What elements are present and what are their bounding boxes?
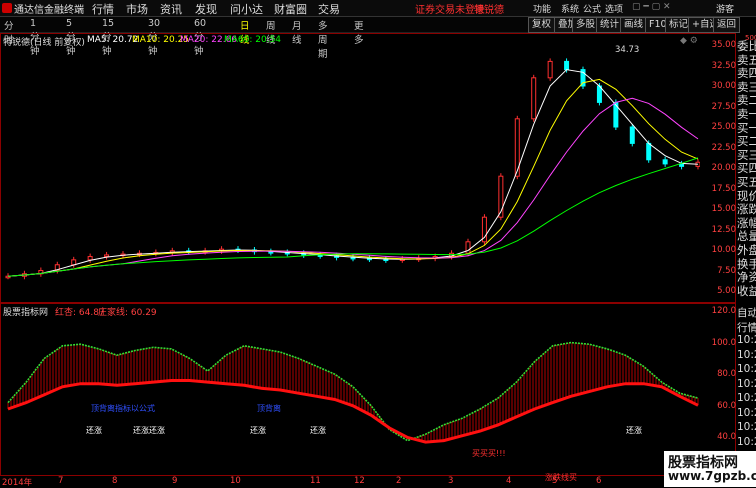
candle xyxy=(629,124,635,147)
price-tick: 7.50 xyxy=(717,265,736,276)
candle xyxy=(547,58,553,81)
app-logo-icon xyxy=(2,3,12,13)
mini-axis-label: 500 xyxy=(745,34,756,42)
annot-white-1: 还涨 xyxy=(86,426,102,435)
price-tick: 25.00 xyxy=(711,122,736,132)
menu-item-discover[interactable]: 发现 xyxy=(195,1,217,17)
indicator-tick: 60.0 xyxy=(717,400,736,411)
tick-row: 10:26 xyxy=(737,377,756,390)
candle xyxy=(87,253,93,263)
annot-white-3: 还涨 xyxy=(250,426,266,435)
date-tick: 7 xyxy=(58,476,64,486)
toolbar-stats-button[interactable]: 统计 xyxy=(596,17,624,33)
menu-function[interactable]: 功能 xyxy=(533,2,551,15)
candle xyxy=(531,74,537,122)
quote-list: 委比 卖五 卖四 卖三 卖二 卖一 买一 买二 买三 买四 买五 现价 涨跌 涨幅 总量 外盘 换手 净资 收益 xyxy=(737,33,756,303)
indicator-tick: 120.0 xyxy=(711,306,736,316)
ma-line-0 xyxy=(7,69,699,277)
date-tick: 12 xyxy=(354,476,365,486)
menu-item-news[interactable]: 资讯 xyxy=(160,1,182,17)
price-tick: 5.00 xyxy=(717,286,736,296)
menu-guest[interactable]: 游客 xyxy=(716,2,734,15)
tick-row: 10:26 xyxy=(737,363,756,375)
candle xyxy=(169,247,175,256)
annot-white-2: 还涨还涨 xyxy=(133,426,165,435)
candle xyxy=(580,66,586,89)
tick-row: 10:26 xyxy=(737,334,756,346)
toolbar-multi-button[interactable]: 多股 xyxy=(572,17,600,33)
toolbar-draw-button[interactable]: 画线 xyxy=(620,17,648,33)
toolbar-back-button[interactable]: 返回 xyxy=(713,17,741,33)
date-tick: 9 xyxy=(172,476,178,486)
watermark: 股票指标网 www.7gpzb.com xyxy=(664,451,756,487)
quote-row: 收益 xyxy=(737,283,756,298)
menu-options[interactable]: 选项 xyxy=(605,2,623,15)
candle xyxy=(120,251,126,258)
tick-row: 10:26 xyxy=(737,421,756,433)
tick-row: 10:26 xyxy=(737,392,756,404)
date-axis: 2014年 7 8 9 10 11 12 2 3 4 5 6 xyxy=(0,476,700,488)
price-tick: 35.00 xyxy=(711,40,736,50)
price-tick: 27.50 xyxy=(711,101,736,112)
candle xyxy=(104,251,110,260)
candle xyxy=(481,214,487,245)
annot-white-4: 还涨 xyxy=(310,426,326,435)
price-tick: 22.50 xyxy=(711,142,736,153)
menu-formula[interactable]: 公式 xyxy=(583,2,601,15)
tick-list: 自动行情10:2610:2610:2610:2610:2610:2610:261… xyxy=(737,303,756,453)
menu-bar: 通达信金融终端 行情 市场 资讯 发现 问小达 财富圈 交易 证券交易未登录 特… xyxy=(0,0,756,17)
tick-row: 行情 xyxy=(737,321,756,334)
window-controls[interactable]: ▢ ━ ▢ ✕ xyxy=(632,2,678,14)
annot-red-1: 买买买!!! xyxy=(472,449,506,458)
date-tick: 2014年 xyxy=(2,478,33,488)
indicator-tick: 80.0 xyxy=(717,369,736,380)
candle xyxy=(71,256,77,268)
date-tick: 4 xyxy=(506,476,512,486)
toolbar-adjust-button[interactable]: 复权 xyxy=(528,17,556,33)
date-tick: 8 xyxy=(112,476,118,486)
app-title: 通达信金融终端 xyxy=(14,5,84,16)
candle xyxy=(38,267,44,277)
annot-blue-2: 顶背离 xyxy=(257,404,281,413)
menu-item-wealth[interactable]: 财富圈 xyxy=(274,1,307,17)
candle xyxy=(662,156,668,167)
stock-tag: 特锐德 xyxy=(474,5,504,16)
price-axis: 35.00 32.50 30.00 27.50 25.00 22.50 20.00 17.50… xyxy=(702,33,738,303)
indicator-tick: 40.0 xyxy=(717,432,736,443)
ma-line-2 xyxy=(7,97,699,277)
date-tick: 6 xyxy=(596,476,602,486)
tick-row: 10:26 xyxy=(737,406,756,419)
candle xyxy=(268,248,274,256)
price-tick: 10.00 xyxy=(711,245,736,255)
date-tick: 5 xyxy=(552,476,558,486)
price-tick: 32.50 xyxy=(711,60,736,71)
tick-row: 自动 xyxy=(737,307,756,319)
date-tick: 11 xyxy=(310,476,321,486)
price-chart-svg xyxy=(5,58,700,280)
menu-item-trade[interactable]: 交易 xyxy=(318,1,340,17)
annot-white-5: 还涨 xyxy=(626,426,642,435)
watermark-url: www.7gpzb.com xyxy=(668,469,756,483)
indicator-chart-svg xyxy=(7,341,699,444)
menu-item-quotes[interactable]: 行情 xyxy=(92,1,114,17)
tick-row: 10:26 xyxy=(737,348,756,361)
price-tick: 30.00 xyxy=(711,81,736,91)
menu-system[interactable]: 系统 xyxy=(561,2,579,15)
peak-label: 34.73 xyxy=(615,45,640,55)
price-tick: 17.50 xyxy=(711,183,736,194)
price-tick: 15.00 xyxy=(711,204,736,214)
price-tick: 12.50 xyxy=(711,224,736,235)
price-tick: 20.00 xyxy=(711,163,736,173)
candle xyxy=(679,160,685,170)
date-tick: 3 xyxy=(448,476,454,486)
menu-item-ask[interactable]: 问小达 xyxy=(230,1,263,17)
ma-line-1 xyxy=(7,78,699,277)
menu-item-market[interactable]: 市场 xyxy=(126,1,148,17)
indicator-tick: 100.0 xyxy=(711,337,736,348)
date-tick: 10 xyxy=(230,476,241,486)
annot-blue-1: 顶背离指标以公式 xyxy=(91,404,155,413)
date-tick: 2 xyxy=(396,476,402,486)
tick-row: 10:26 xyxy=(737,435,756,448)
